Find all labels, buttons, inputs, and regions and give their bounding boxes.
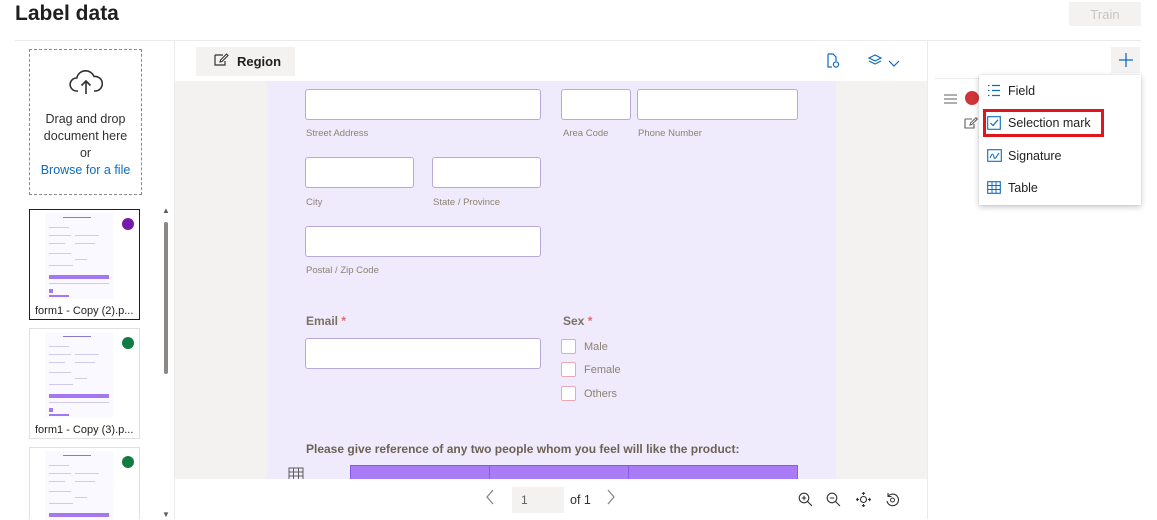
cloud-upload-icon [68,70,103,101]
page-header: Label data Train [0,0,1157,40]
previous-page-icon[interactable] [485,489,495,510]
document-page[interactable]: Street Address Area Code Phone Number Ci… [267,81,836,479]
upload-text-line3: or [79,146,92,160]
document-thumbnail[interactable]: form1 - Copy (2).p... [29,209,140,320]
state-label: State / Province [433,197,501,208]
scroll-up-arrow-icon[interactable]: ▲ [162,206,170,215]
document-list-scrollbar[interactable]: ▲ ▼ [162,206,170,519]
highlight-annotation [983,109,1104,137]
signature-icon [987,149,1002,165]
city-label: City [306,197,323,208]
email-label-text: Email [306,314,339,328]
required-mark: * [341,314,347,328]
page-title: Label data [15,2,119,25]
next-page-icon[interactable] [606,489,616,510]
document-preview [45,332,113,418]
upload-text-line2: document here [43,129,128,143]
reference-table-header-cell [350,465,490,479]
postal-box [305,226,541,257]
train-button[interactable]: Train [1069,2,1141,26]
region-label-icon [964,116,979,135]
others-option-label: Others [584,388,618,400]
email-label: Email * [306,314,346,328]
field-list-icon [987,84,1001,100]
document-analyze-icon[interactable] [825,53,841,74]
male-checkbox [561,339,576,354]
region-button[interactable]: Region [196,47,295,76]
postal-label: Postal / Zip Code [306,265,379,276]
reference-table-header-cell [489,465,629,479]
male-option-label: Male [584,341,608,353]
page-number-input[interactable]: 1 [512,487,564,513]
region-draw-icon [214,53,229,70]
canvas-toolbar: Region [175,41,927,81]
rotate-icon[interactable] [885,492,900,512]
menu-item-field[interactable]: Field [979,75,1141,107]
upload-dropzone[interactable]: Drag and drop document here or Browse fo… [29,49,142,195]
status-dot [122,218,134,230]
status-dot [122,337,134,349]
page-navigation-bar: 1 of 1 [175,479,927,519]
street-address-label: Street Address [306,128,369,139]
add-label-menu: Field Selection mark Signature Table [979,75,1141,205]
document-list-panel: Drag and drop document here or Browse fo… [15,41,173,520]
others-checkbox [561,386,576,401]
required-mark: * [587,314,593,328]
upload-text-line1: Drag and drop [45,112,126,126]
table-icon [987,181,1001,197]
document-thumbnail[interactable] [29,447,140,520]
status-dot [122,456,134,468]
female-checkbox [561,362,576,377]
menu-item-signature[interactable]: Signature [979,140,1141,172]
email-box [305,338,541,369]
phone-number-label: Phone Number [638,128,702,139]
region-button-label: Region [237,54,282,69]
menu-item-label: Signature [1008,149,1062,163]
scrollbar-thumb[interactable] [164,222,168,374]
layers-icon[interactable] [867,53,883,73]
document-thumbnail[interactable]: form1 - Copy (3).p... [29,328,140,439]
reference-table-header-cell [628,465,798,479]
document-preview [45,213,113,299]
scroll-down-arrow-icon[interactable]: ▼ [162,510,170,519]
zoom-in-icon[interactable] [798,492,813,512]
reference-prompt: Please give reference of any two people … [306,442,740,456]
menu-item-label: Table [1008,181,1038,195]
drag-handle-icon[interactable] [944,91,957,109]
area-code-box [561,89,631,120]
label-color-dot [965,91,979,105]
document-canvas-panel: Region Street Address Area Code Phone Nu… [174,41,928,519]
document-name: form1 - Copy (2).p... [35,305,134,317]
document-name: form1 - Copy (3).p... [35,424,134,436]
state-box [432,157,541,188]
street-address-box [305,89,541,120]
add-label-button[interactable] [1111,47,1140,73]
phone-number-box [637,89,798,120]
document-preview [45,451,113,520]
sex-label-text: Sex [563,314,585,328]
female-option-label: Female [584,364,621,376]
page-count-text: of 1 [570,493,591,507]
menu-item-label: Field [1008,84,1036,98]
fit-to-page-icon[interactable] [855,491,872,512]
sex-label: Sex * [563,314,592,328]
chevron-down-icon[interactable] [888,55,900,73]
browse-file-link[interactable]: Browse for a file [41,162,131,179]
area-code-label: Area Code [563,128,609,139]
zoom-out-icon[interactable] [826,492,841,512]
city-box [305,157,414,188]
menu-item-table[interactable]: Table [979,172,1141,204]
